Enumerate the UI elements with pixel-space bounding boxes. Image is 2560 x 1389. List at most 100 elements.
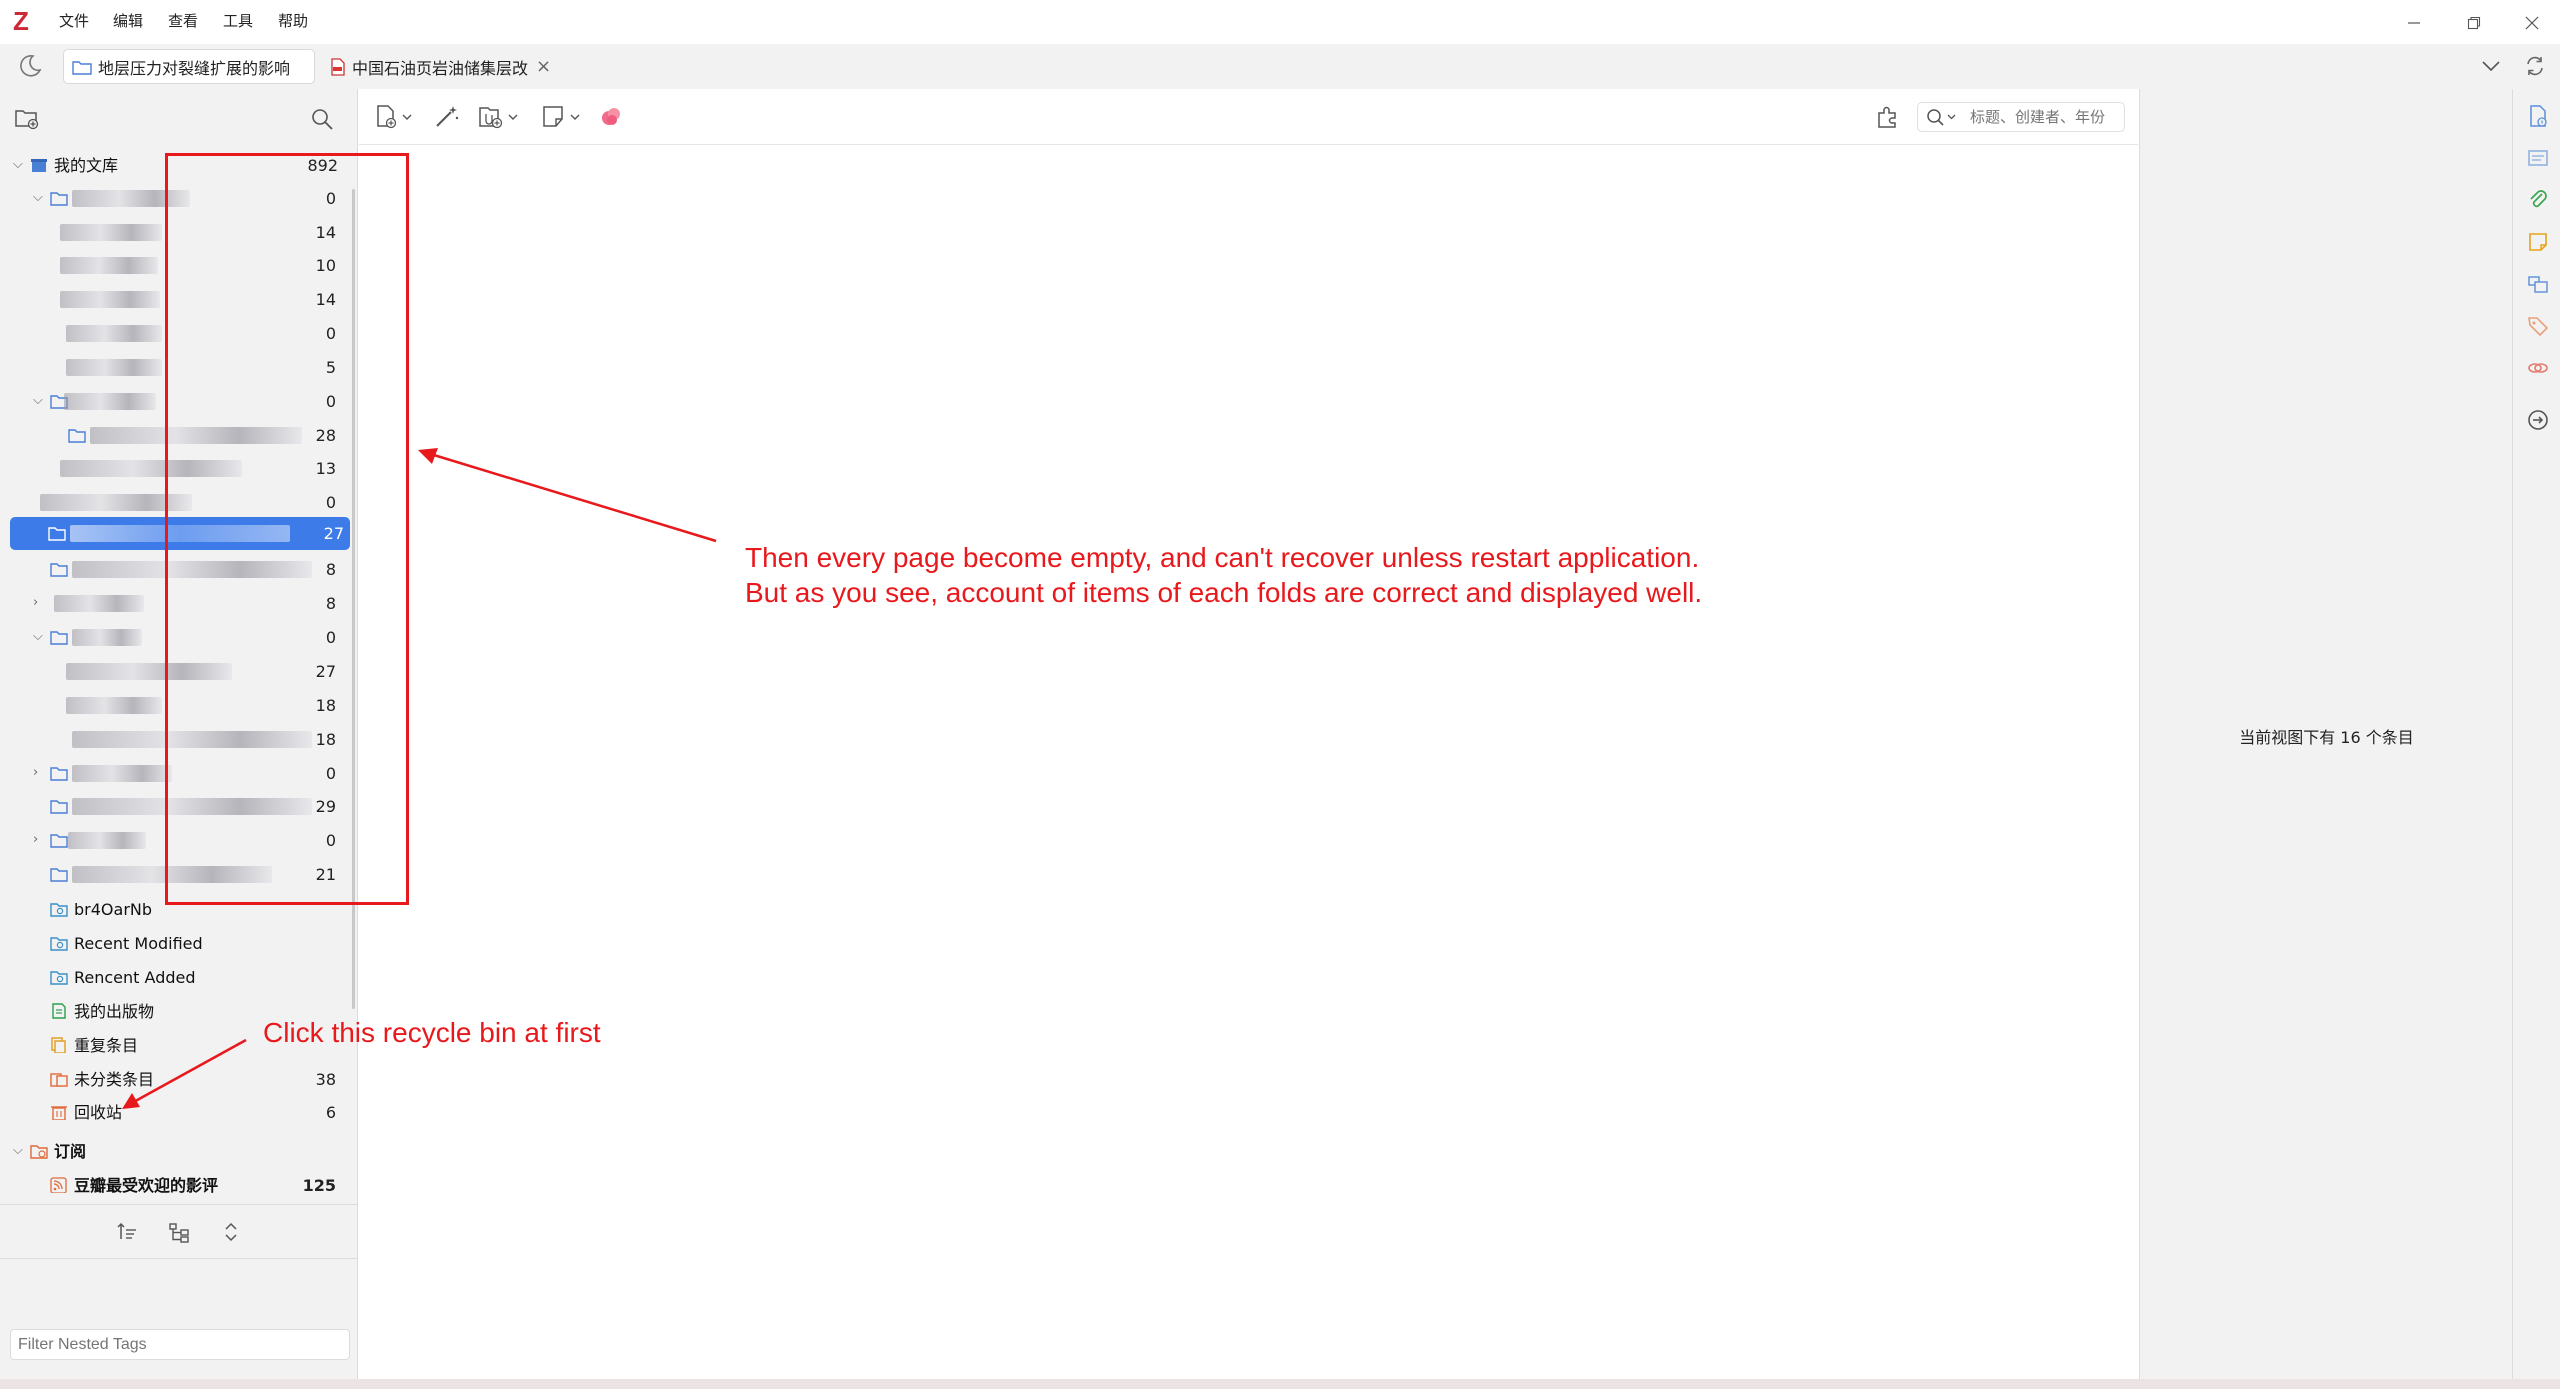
new-item-button[interactable] <box>375 104 417 130</box>
plugin-button[interactable] <box>599 104 625 130</box>
plugin-flower-icon <box>602 108 620 125</box>
add-by-identifier-button[interactable] <box>433 104 461 130</box>
publications-icon <box>52 1003 66 1019</box>
tab-label: 地层压力对裂缝扩展的影响 <box>98 58 291 78</box>
notes-section-icon[interactable] <box>2527 231 2549 253</box>
tree-structure-icon <box>169 1223 189 1243</box>
tab-pdf[interactable]: 中国石油页岩油储集层改 × <box>322 49 572 84</box>
blurred-collection-name <box>54 595 144 612</box>
restore-button[interactable] <box>2454 10 2494 36</box>
tab-label: 中国石油页岩油储集层改 <box>352 58 529 78</box>
saved-search-icon <box>50 971 68 985</box>
blurred-collection-name <box>60 291 160 308</box>
tab-list-chevron-icon[interactable] <box>2480 56 2502 76</box>
attachments-section-icon[interactable] <box>2527 189 2549 211</box>
locate-section-icon[interactable] <box>2527 409 2549 431</box>
libraries-collections-icon[interactable] <box>2527 273 2549 295</box>
twisty-closed-icon[interactable]: › <box>33 832 47 848</box>
expand-collapse-button[interactable] <box>220 1221 242 1243</box>
tree-structure-button[interactable] <box>168 1221 190 1243</box>
feed-row[interactable]: 豆瓣最受欢迎的影评 125 <box>0 1169 352 1202</box>
saved-search-row[interactable]: Recent Modified <box>0 927 352 960</box>
blurred-collection-name <box>72 765 172 782</box>
tab-close-icon[interactable]: × <box>536 56 551 77</box>
restore-icon <box>2467 16 2481 30</box>
annotation-highlight-box <box>165 153 409 905</box>
minimize-icon <box>2408 22 2420 24</box>
folder-icon <box>48 527 66 541</box>
zotero-logo-icon: Z <box>13 6 29 36</box>
zotero-window: Z 文件 编辑 查看 工具 帮助 地层压力对裂缝扩展的影响 中国石油页岩油储集层… <box>0 0 2560 1389</box>
folder-icon <box>50 834 68 848</box>
folder-icon <box>50 192 68 206</box>
saved-search-row[interactable]: Rencent Added <box>0 961 352 994</box>
folder-icon <box>50 563 68 577</box>
moon-icon[interactable] <box>18 54 42 78</box>
folder-icon <box>68 429 86 443</box>
feed-count: 125 <box>302 1176 336 1195</box>
menu-view[interactable]: 查看 <box>168 11 198 31</box>
twisty-open-icon[interactable]: ⌵ <box>33 190 47 206</box>
library-icon <box>31 159 47 172</box>
add-attachment-button[interactable] <box>477 104 523 130</box>
unfiled-count: 38 <box>315 1070 336 1089</box>
blurred-collection-name <box>60 224 162 241</box>
sync-icon[interactable] <box>2524 55 2546 77</box>
search-mode-icon[interactable] <box>1924 104 1964 132</box>
menu-tools[interactable]: 工具 <box>223 11 253 31</box>
folder-icon <box>50 631 68 645</box>
collection-search-button[interactable] <box>310 107 334 131</box>
duplicates-icon <box>51 1037 66 1053</box>
sort-button[interactable] <box>116 1221 138 1243</box>
locate-button[interactable] <box>1875 103 1903 131</box>
special-label: 重复条目 <box>74 1036 139 1055</box>
abstract-section-icon[interactable] <box>2527 147 2549 169</box>
twisty-open-icon[interactable]: ⌵ <box>33 393 47 409</box>
add-attachment-icon <box>479 107 518 129</box>
folder-icon <box>50 767 68 781</box>
title-bar: Z 文件 编辑 查看 工具 帮助 <box>0 0 2560 44</box>
pdf-icon <box>331 57 345 76</box>
twisty-open-icon[interactable]: ⌵ <box>33 629 47 645</box>
item-pane-sidenav <box>2512 89 2560 1379</box>
menu-edit[interactable]: 编辑 <box>113 11 143 31</box>
items-pane <box>359 89 2138 1379</box>
menu-file[interactable]: 文件 <box>59 11 89 31</box>
unfiled-items-row[interactable]: 未分类条目 38 <box>0 1063 352 1096</box>
rss-feed-icon <box>50 1177 67 1193</box>
twisty-open-icon[interactable]: ⌵ <box>13 1143 27 1159</box>
twisty-open-icon[interactable]: ⌵ <box>13 157 27 173</box>
unfiled-icon <box>50 1073 68 1087</box>
note-icon <box>543 106 580 127</box>
blurred-collection-name <box>66 359 162 376</box>
twisty-closed-icon[interactable]: › <box>33 765 47 781</box>
new-note-button[interactable] <box>541 104 585 130</box>
tags-section-icon[interactable] <box>2527 315 2549 337</box>
new-item-icon <box>377 105 412 129</box>
puzzle-icon <box>1878 106 1896 128</box>
info-section-icon[interactable] <box>2527 105 2549 127</box>
twisty-closed-icon[interactable]: › <box>33 595 47 611</box>
menu-help[interactable]: 帮助 <box>278 11 308 31</box>
tag-selector <box>0 1259 358 1379</box>
items-search-input[interactable] <box>1970 107 2120 127</box>
tag-filter-input[interactable] <box>10 1329 350 1360</box>
saved-search-icon <box>50 903 68 917</box>
minimize-button[interactable] <box>2394 10 2434 36</box>
special-label: 回收站 <box>74 1103 123 1122</box>
status-strip <box>0 1379 2560 1389</box>
feeds-row[interactable]: ⌵ 订阅 <box>0 1135 352 1168</box>
trash-count: 6 <box>325 1103 336 1122</box>
tab-library[interactable]: 地层压力对裂缝扩展的影响 <box>63 49 315 84</box>
related-section-icon[interactable] <box>2527 357 2549 379</box>
folder-icon <box>72 60 92 75</box>
saved-search-label: Recent Modified <box>74 934 203 953</box>
tree-tools-bar <box>0 1204 358 1259</box>
tab-bar: 地层压力对裂缝扩展的影响 中国石油页岩油储集层改 × <box>0 44 2560 89</box>
blurred-collection-name <box>72 629 142 646</box>
trash-row[interactable]: 回收站 6 <box>0 1096 352 1129</box>
blurred-collection-name <box>66 325 162 342</box>
new-collection-button[interactable] <box>14 107 40 131</box>
close-window-button[interactable] <box>2512 10 2552 36</box>
blurred-collection-name <box>60 257 158 274</box>
